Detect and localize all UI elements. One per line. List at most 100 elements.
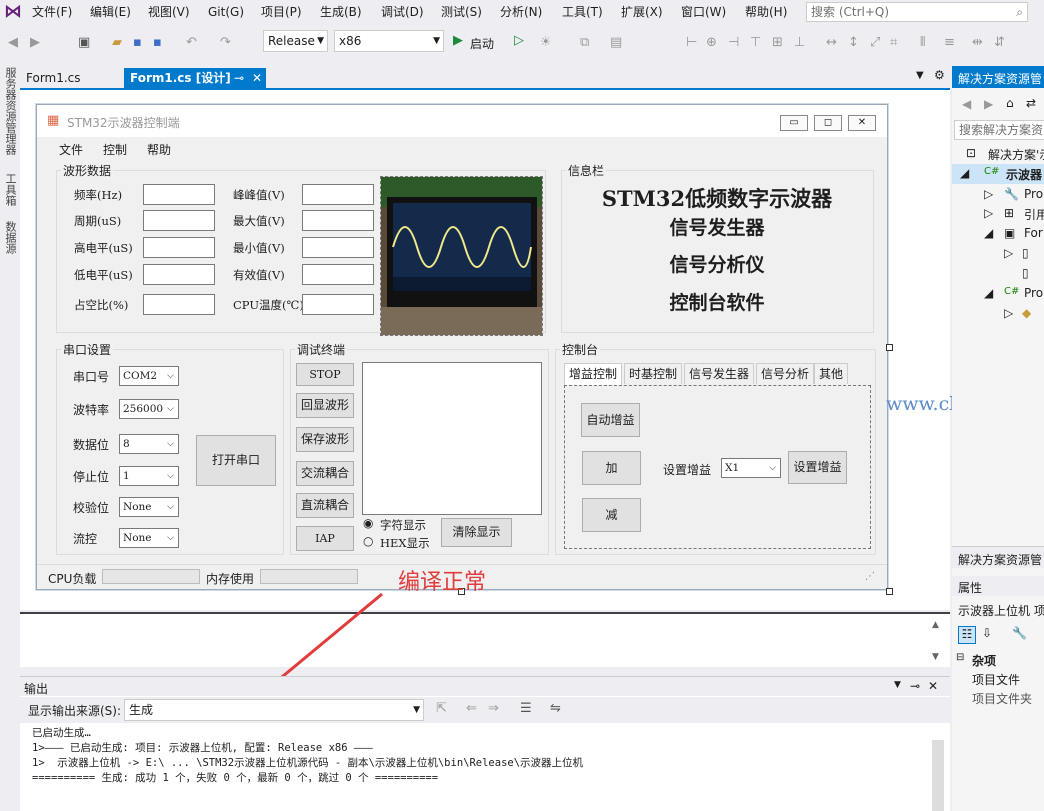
menu-build[interactable]: 生成(B) [320,4,362,20]
open-folder-icon[interactable]: ▰ [112,35,122,50]
dc-coupling-button[interactable]: 直流耦合 [296,493,354,518]
stop-button[interactable]: STOP [296,363,354,386]
same-width-icon[interactable]: ↔ [826,35,837,50]
ac-coupling-button[interactable]: 交流耦合 [296,461,354,486]
config-select[interactable]: Release ▼ [263,30,328,52]
iap-button[interactable]: IAP [296,526,354,551]
set-gain-button[interactable]: 设置增益 [788,451,847,484]
tab-timebase-control[interactable]: 时基控制 [624,363,683,384]
form-menu-help[interactable]: 帮助 [147,141,171,158]
browser-link-icon[interactable]: ⧉ [580,35,589,50]
align-center-icon[interactable]: ⊕ [706,35,717,50]
new-project-icon[interactable]: ▣ [78,35,90,50]
close-icon[interactable]: ✕ [252,68,262,88]
close-icon[interactable]: ✕ [928,679,938,693]
menu-git[interactable]: Git(G) [208,4,244,20]
back-icon[interactable]: ◀ [8,35,18,50]
hot-reload-icon[interactable]: ☀ [540,35,552,50]
expand-icon[interactable]: ▷ [1004,306,1013,320]
resize-handle-corner[interactable] [886,588,893,595]
menu-test[interactable]: 测试(S) [441,4,482,20]
flow-select[interactable]: None ⌵ [119,528,179,548]
clear-all-icon[interactable]: ☰ [520,701,532,716]
menu-file[interactable]: 文件(F) [32,4,72,20]
high-level-textbox[interactable] [143,237,215,258]
alphabetical-icon[interactable]: ⇩ [982,626,992,640]
vmax-textbox[interactable] [302,210,374,231]
align-left-icon[interactable]: ⊢ [686,35,697,50]
solution-root[interactable]: 解决方案'示 [988,146,1044,163]
menu-view[interactable]: 视图(V) [148,4,190,20]
terminal-textbox[interactable] [362,362,542,515]
vrms-textbox[interactable] [302,264,374,285]
menu-window[interactable]: 窗口(W) [681,4,726,20]
property-row[interactable]: 项目文件夹 [972,690,1032,707]
radio-char-icon[interactable]: ◉ [363,516,373,530]
word-wrap-icon[interactable]: ⇋ [550,701,561,716]
spacing-icon[interactable]: ⫴ [920,35,925,50]
open-port-button[interactable]: 打开串口 [196,435,276,486]
menu-tools[interactable]: 工具(T) [562,4,603,20]
prev-message-icon[interactable]: ⇐ [466,701,477,716]
server-explorer-tab[interactable]: 服务器资源管理器 [2,67,18,155]
align-middle-icon[interactable]: ⊞ [772,35,783,50]
maximize-icon[interactable]: ◻ [814,115,842,131]
collapse-icon[interactable]: ◢ [984,286,993,300]
center-v-icon[interactable]: ⇵ [994,35,1005,50]
align-right-icon[interactable]: ⊣ [728,35,739,50]
pin-icon[interactable]: ⊸ [234,68,244,88]
period-textbox[interactable] [143,210,215,231]
dropdown-icon[interactable]: ▼ [916,70,924,81]
start-button-label[interactable]: 启动 [470,35,494,52]
tab-form1-code[interactable]: Form1.cs [20,68,87,88]
expand-icon[interactable]: ▷ [984,187,993,201]
forward-icon[interactable]: ▶ [30,35,40,50]
goto-error-icon[interactable]: ⇱ [436,701,447,716]
undo-icon[interactable]: ↶ [186,35,197,50]
back-icon[interactable]: ◀ [962,97,971,111]
baud-select[interactable]: 256000 ⌵ [119,399,179,419]
tab-form1-designer[interactable]: Form1.cs [设计] ⊸ ✕ [124,68,266,88]
start-without-debug-icon[interactable]: ▷ [514,33,524,48]
references-node[interactable]: 引用 [1024,206,1044,223]
forward-icon[interactable]: ▶ [984,97,993,111]
align-top-icon[interactable]: ⊤ [750,35,761,50]
vpp-textbox[interactable] [302,184,374,205]
scroll-up-icon[interactable]: ▲ [932,620,939,630]
menu-debug[interactable]: 调试(D) [381,4,424,20]
databits-select[interactable]: 8 ⌵ [119,434,179,454]
clear-display-button[interactable]: 清除显示 [441,518,512,547]
resize-grip-icon[interactable]: ⋰ [865,571,875,582]
same-size-icon[interactable]: ⤢ [870,35,880,50]
echo-wave-button[interactable]: 回显波形 [296,393,354,418]
home-icon[interactable]: ⌂ [1006,96,1014,110]
redo-icon[interactable]: ↷ [220,35,231,50]
search-input[interactable]: 搜索 (Ctrl+Q) ⌕ [806,2,1028,22]
auto-gain-button[interactable]: 自动增益 [581,403,640,437]
data-sources-tab[interactable]: 数据源 [2,221,18,254]
save-all-icon[interactable]: ▪ [153,35,162,50]
scroll-down-icon[interactable]: ▼ [932,652,939,662]
form1-node[interactable]: For [1024,226,1043,240]
expand-icon[interactable]: ▷ [984,206,993,220]
pin-icon[interactable]: ⊸ [910,679,920,693]
dropdown-icon[interactable]: ▼ [894,680,901,690]
vmin-textbox[interactable] [302,237,374,258]
tab-signal-generator[interactable]: 信号发生器 [684,363,755,384]
save-wave-button[interactable]: 保存波形 [296,427,354,452]
menu-analyze[interactable]: 分析(N) [500,4,542,20]
form-menu-control[interactable]: 控制 [103,141,127,158]
expand-icon[interactable]: ▷ [1004,246,1013,260]
parity-select[interactable]: None ⌵ [119,497,179,517]
menu-edit[interactable]: 编辑(E) [90,4,131,20]
output-source-select[interactable]: 生成 ▼ [124,699,424,721]
close-icon[interactable]: ✕ [848,115,876,131]
solution-footer-tab[interactable]: 解决方案资源管 [958,551,1042,568]
radio-hex-icon[interactable]: ○ [363,534,373,548]
layout-icon[interactable]: ▤ [610,35,622,50]
stopbits-select[interactable]: 1 ⌵ [119,466,179,486]
menu-help[interactable]: 帮助(H) [745,4,787,20]
solution-project-selected[interactable]: ◢ C# 示波器 [952,164,1044,184]
menu-extensions[interactable]: 扩展(X) [621,4,663,20]
menu-project[interactable]: 项目(P) [261,4,302,20]
